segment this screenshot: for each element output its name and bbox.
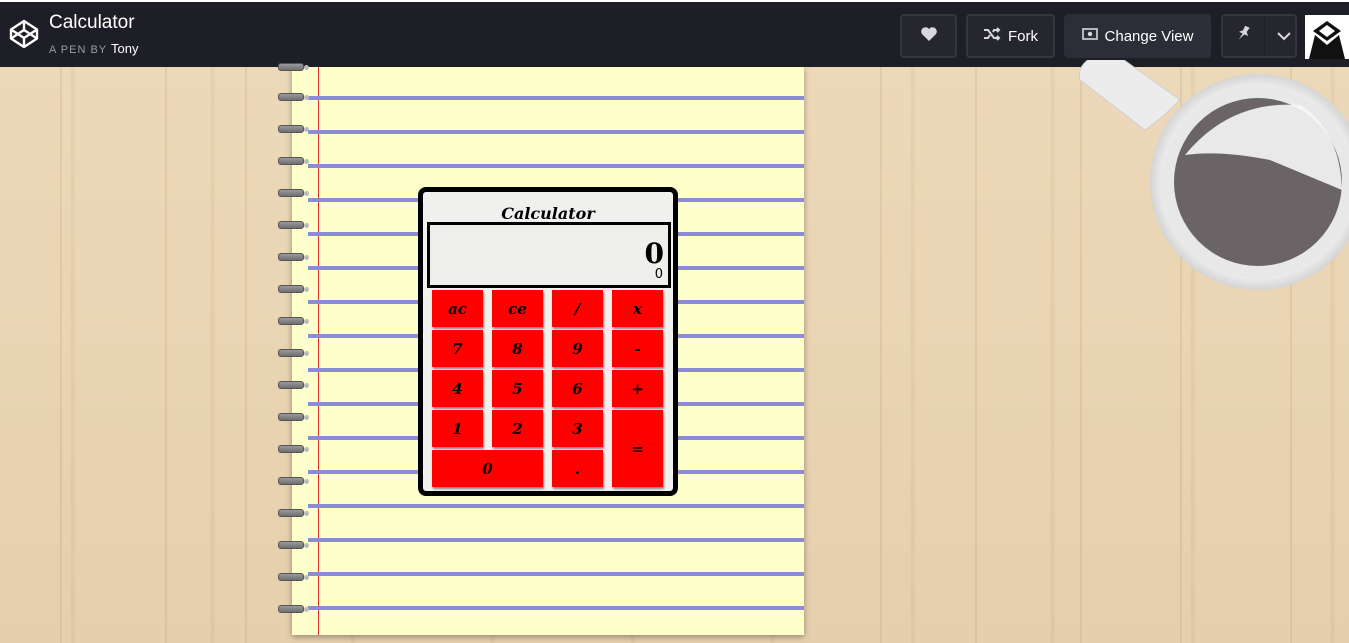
- spiral-ring: [278, 317, 309, 325]
- wood-grain: [975, 67, 977, 643]
- pin-button-group: [1221, 14, 1297, 58]
- rule-line: [308, 130, 804, 134]
- eye-icon: [1081, 27, 1098, 45]
- author-link[interactable]: Tony: [111, 41, 138, 56]
- display-history: 0: [654, 267, 663, 282]
- spiral-ring: [278, 349, 309, 357]
- byline-prefix: A PEN BY: [49, 44, 107, 56]
- key-multiply[interactable]: x: [612, 290, 663, 327]
- chevron-down-icon: [1276, 28, 1291, 45]
- key-4[interactable]: 4: [432, 370, 483, 407]
- calculator: Calculator 0 0 ac ce / x 7 8 9 - 4 5 6 +…: [418, 187, 678, 496]
- key-8[interactable]: 8: [492, 330, 543, 367]
- rule-line: [308, 504, 804, 508]
- key-divide[interactable]: /: [552, 290, 603, 327]
- key-plus[interactable]: +: [612, 370, 663, 407]
- pin-dropdown-button[interactable]: [1272, 28, 1295, 45]
- calculator-title: Calculator: [501, 204, 595, 223]
- rule-line: [308, 572, 804, 576]
- spiral-ring: [278, 221, 309, 229]
- calculator-display: 0 0: [427, 222, 671, 288]
- rule-line: [308, 96, 804, 100]
- key-5[interactable]: 5: [492, 370, 543, 407]
- key-ce[interactable]: ce: [492, 290, 543, 327]
- user-avatar[interactable]: [1305, 15, 1349, 59]
- pin-icon: [1236, 25, 1252, 47]
- pen-title: Calculator: [49, 12, 135, 33]
- wood-grain: [245, 67, 247, 643]
- key-1[interactable]: 1: [432, 410, 483, 447]
- codepen-header: Calculator A PEN BY Tony Fork Change Vie…: [0, 0, 1349, 67]
- spiral-ring: [278, 605, 309, 613]
- spiral-ring: [278, 157, 309, 165]
- codepen-logo-icon[interactable]: [8, 18, 40, 50]
- heart-button[interactable]: [900, 14, 957, 58]
- pin-button[interactable]: [1223, 16, 1266, 56]
- spiral-ring: [278, 573, 309, 581]
- key-6[interactable]: 6: [552, 370, 603, 407]
- spiral-ring: [278, 445, 309, 453]
- spiral-ring: [278, 285, 309, 293]
- spiral-ring: [278, 63, 309, 71]
- key-2[interactable]: 2: [492, 410, 543, 447]
- pen-byline: A PEN BY Tony: [49, 41, 138, 56]
- rule-line: [308, 606, 804, 610]
- wood-grain: [165, 67, 167, 643]
- key-minus[interactable]: -: [612, 330, 663, 367]
- spiral-ring: [278, 477, 309, 485]
- wood-grain: [60, 67, 62, 643]
- display-value: 0: [644, 237, 664, 270]
- spiral-ring: [278, 413, 309, 421]
- coffee-mug-image: [1070, 49, 1349, 310]
- change-view-button[interactable]: Change View: [1064, 14, 1211, 58]
- key-9[interactable]: 9: [552, 330, 603, 367]
- key-equals[interactable]: =: [612, 410, 663, 487]
- spiral-ring: [278, 125, 309, 133]
- spiral-ring: [278, 189, 309, 197]
- heart-icon: [920, 26, 938, 46]
- spiral-ring: [278, 381, 309, 389]
- key-7[interactable]: 7: [432, 330, 483, 367]
- fork-label: Fork: [1008, 27, 1038, 45]
- spiral-ring: [278, 509, 309, 517]
- spiral-ring: [278, 541, 309, 549]
- key-0[interactable]: 0: [432, 450, 543, 487]
- fork-button[interactable]: Fork: [966, 14, 1055, 58]
- key-3[interactable]: 3: [552, 410, 603, 447]
- key-ac[interactable]: ac: [432, 290, 483, 327]
- fork-icon: [983, 27, 1001, 45]
- spiral-ring: [278, 93, 309, 101]
- spiral-ring: [278, 253, 309, 261]
- rule-line: [308, 164, 804, 168]
- margin-line: [318, 67, 319, 635]
- wood-grain: [880, 67, 882, 643]
- change-view-label: Change View: [1104, 27, 1194, 45]
- rule-line: [308, 538, 804, 542]
- key-decimal[interactable]: .: [552, 450, 603, 487]
